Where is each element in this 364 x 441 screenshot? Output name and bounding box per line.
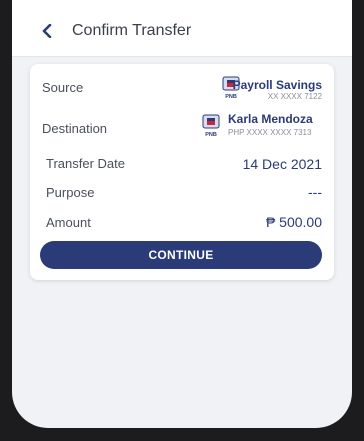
app-screen: Confirm Transfer Source PNB Payroll Savi… xyxy=(12,0,352,428)
transfer-date-row: Transfer Date 14 Dec 2021 xyxy=(30,152,334,174)
page-title: Confirm Transfer xyxy=(72,22,192,39)
destination-label: Destination xyxy=(42,121,108,136)
back-button[interactable] xyxy=(36,20,58,42)
continue-button[interactable]: CONTINUE xyxy=(40,241,322,269)
destination-account: Karla Mendoza PHP XXXX XXXX 7313 xyxy=(228,112,313,137)
destination-account-number: PHP XXXX XXXX 7313 xyxy=(228,128,312,137)
top-bar: Confirm Transfer xyxy=(12,0,352,57)
source-account-number: XX XXXX 7122 xyxy=(267,92,322,101)
purpose-value: --- xyxy=(308,184,322,200)
transfer-date-label: Transfer Date xyxy=(46,156,125,171)
destination-row: Destination PNB Karla Mendoza PHP XXXX X… xyxy=(30,108,334,150)
pnb-logo-icon: PNB xyxy=(202,114,220,138)
source-account-name: Payroll Savings xyxy=(232,78,322,92)
amount-value: ₱ 500.00 xyxy=(265,214,322,230)
transfer-summary-card: Source PNB Payroll Savings XX XXXX 7122 … xyxy=(30,64,334,280)
amount-label: Amount xyxy=(46,215,91,230)
chevron-left-icon xyxy=(42,24,52,38)
destination-logo-text: PNB xyxy=(205,132,217,138)
amount-row: Amount ₱ 500.00 xyxy=(30,212,334,234)
purpose-row: Purpose --- xyxy=(30,182,334,204)
source-label: Source xyxy=(42,80,84,95)
transfer-date-value: 14 Dec 2021 xyxy=(242,156,322,172)
destination-account-name: Karla Mendoza xyxy=(228,112,313,126)
source-row: Source PNB Payroll Savings XX XXXX 7122 xyxy=(30,64,334,108)
purpose-label: Purpose xyxy=(46,185,95,200)
source-account: Payroll Savings XX XXXX 7122 xyxy=(233,78,322,101)
